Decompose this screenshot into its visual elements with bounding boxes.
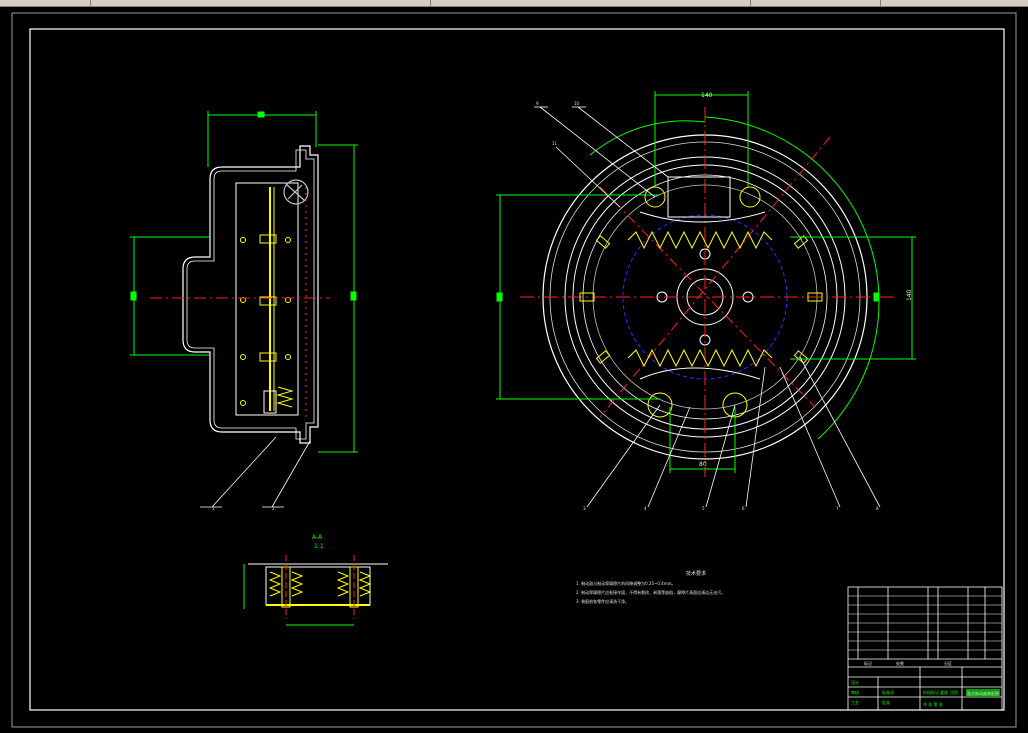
toolbar-segment[interactable]: [430, 0, 751, 6]
leader-number: 3: [583, 506, 586, 511]
toolbar-strip: [0, 0, 1028, 7]
title-block-rows: [848, 595, 1002, 651]
tb-cell: 比例: [950, 689, 958, 695]
section-aa-view: [243, 555, 388, 626]
leader-number: 4: [644, 506, 647, 511]
tb-cell: 工艺: [851, 700, 859, 705]
note-line: 1. 制动鼓与制动蹄摩擦片的间隙调整为0.25~0.4mm。: [576, 580, 676, 586]
cad-drawing[interactable]: 140 140 80 A-A 1:1 技术要求 1. 制动鼓与制动蹄摩擦片的间隙…: [0, 7, 1028, 733]
tb-cell: 标准化: [882, 689, 894, 695]
side-leaders: [200, 436, 311, 508]
tb-cell: 阶段标记: [923, 689, 939, 695]
tb-cell: 分区: [944, 660, 952, 666]
tb-cell: 处数: [896, 660, 904, 666]
section-name: A-A: [312, 534, 323, 541]
note-line: 3. 装配前各零件应清洗干净。: [576, 598, 629, 604]
dim-width-label: 140: [701, 92, 713, 99]
leader-number: 7: [836, 506, 839, 511]
tb-cell: 标记: [864, 660, 872, 666]
dim-height-label: 140: [906, 289, 913, 301]
front-view-dimensions: [496, 91, 916, 473]
toolbar-segment[interactable]: [90, 0, 431, 6]
side-section-view: [182, 145, 319, 444]
leader-number: 9: [536, 101, 539, 106]
toolbar-segment[interactable]: [880, 0, 1028, 6]
leader-number: 5: [702, 506, 705, 511]
front-leaders: [534, 106, 881, 508]
technical-notes: 技术要求 1. 制动鼓与制动蹄摩擦片的间隙调整为0.25~0.4mm。 2. 制…: [576, 570, 725, 604]
section-scale: 1:1: [314, 543, 324, 550]
toolbar-segment[interactable]: [750, 0, 881, 6]
tb-cell: 审核: [851, 689, 859, 695]
leader-number: 6: [742, 506, 745, 511]
leader-number: 8: [876, 506, 879, 511]
outer-frame: [11, 12, 1017, 728]
note-line: 2. 制动蹄摩擦片应粘接牢固，不得有裂纹、剥落等缺陷，摩擦片表面应清洁无油污。: [576, 589, 725, 595]
front-view: [520, 107, 895, 477]
drawing-canvas[interactable]: 140 140 80 A-A 1:1 技术要求 1. 制动鼓与制动蹄摩擦片的间隙…: [0, 7, 1028, 733]
tb-cell: 重量: [940, 689, 948, 695]
side-section-details: [150, 234, 330, 414]
toolbar-segment[interactable]: [0, 0, 91, 6]
leader-number: 11: [552, 141, 558, 146]
tb-cell: 共 张 第 张: [923, 701, 943, 707]
leader-number: 10: [574, 101, 580, 106]
tb-cell: 批准: [882, 699, 890, 705]
notes-title: 技术要求: [686, 570, 706, 577]
drawing-name: 鼓式制动器装配图: [967, 690, 999, 696]
tb-cell: 设计: [851, 679, 859, 685]
dim-bottom-label: 80: [699, 461, 707, 468]
